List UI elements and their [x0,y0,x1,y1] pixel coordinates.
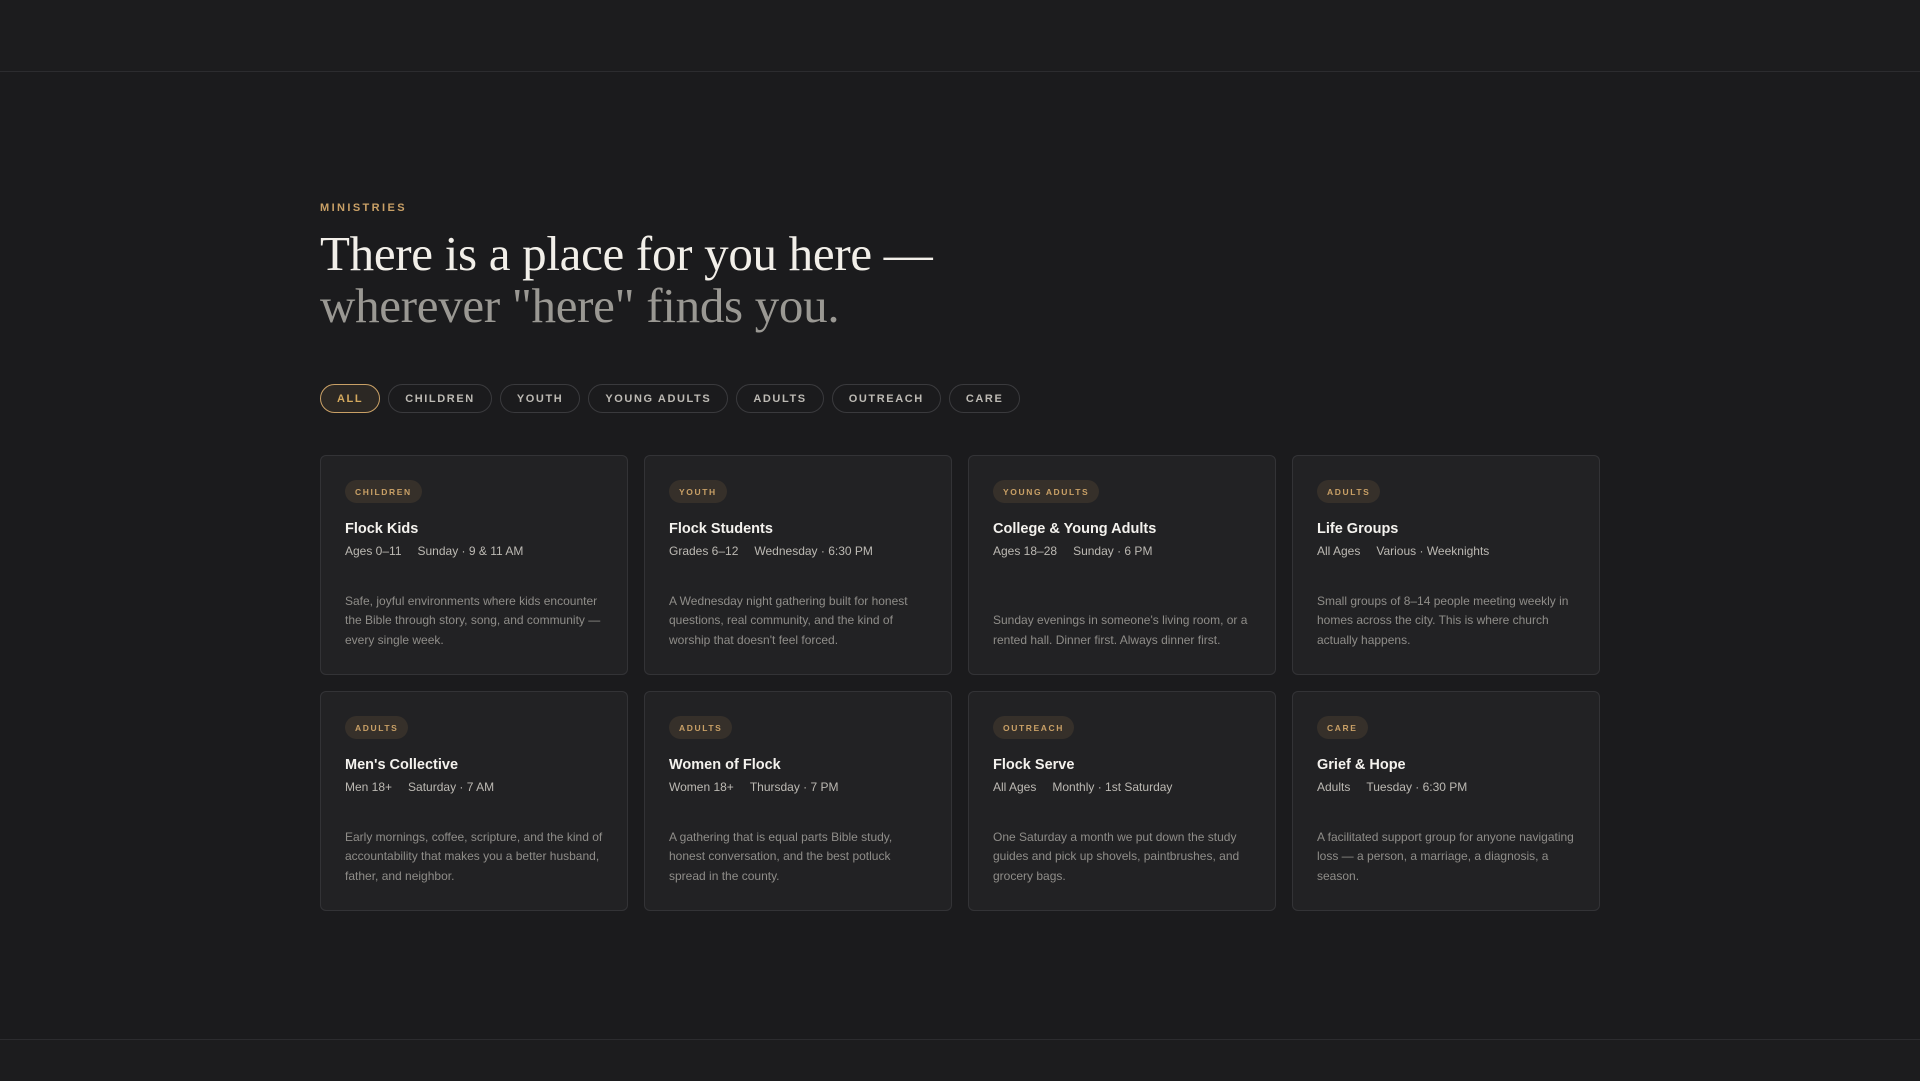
ministry-audience: Ages 0–11 [345,544,402,558]
ministry-title: Women of Flock [669,757,781,773]
ministries-section: MINISTRIES There is a place for you here… [320,200,1600,911]
category-tag: YOUTH [669,480,727,503]
ministry-card-women-of-flock[interactable]: ADULTS Women of Flock Women 18+ Thursday… [644,691,952,911]
ministry-audience: Grades 6–12 [669,544,739,558]
ministry-meta: All Ages Various · Weeknights [1317,544,1575,559]
footer-bar [0,1039,1920,1081]
ministry-card-mens-collective[interactable]: ADULTS Men's Collective Men 18+ Saturday… [320,691,628,911]
ministry-schedule: Sunday · 6 PM [1073,544,1153,558]
filter-children[interactable]: CHILDREN [388,384,492,413]
category-tag: CHILDREN [345,480,422,503]
ministry-meta: Grades 6–12 Wednesday · 6:30 PM [669,544,927,559]
category-tag: ADULTS [345,716,409,739]
ministry-meta: Women 18+ Thursday · 7 PM [669,780,927,795]
ministry-card-flock-students[interactable]: YOUTH Flock Students Grades 6–12 Wednesd… [644,455,952,675]
ministry-schedule: Thursday · 7 PM [749,780,839,794]
ministry-meta: All Ages Monthly · 1st Saturday [993,780,1251,795]
category-tag: ADULTS [1317,480,1381,503]
filter-outreach[interactable]: OUTREACH [831,384,941,413]
ministry-title: Life Groups [1317,521,1399,537]
section-eyebrow: MINISTRIES [320,202,407,214]
ministry-card-flock-serve[interactable]: OUTREACH Flock Serve All Ages Monthly · … [968,691,1276,911]
filter-bar: ALL CHILDREN YOUTH YOUNG ADULTS ADULTS O… [320,384,1021,413]
ministry-schedule: Tuesday · 6:30 PM [1366,780,1468,794]
ministry-audience: Ages 18–28 [993,544,1058,558]
filter-young-adults[interactable]: YOUNG ADULTS [588,384,729,413]
filter-youth[interactable]: YOUTH [499,384,581,413]
section-headline: There is a place for you here — wherever… [320,228,1600,332]
ministry-schedule: Monthly · 1st Saturday [1052,780,1173,794]
ministry-audience: Adults [1317,780,1351,794]
ministry-card-grief-hope[interactable]: CARE Grief & Hope Adults Tuesday · 6:30 … [1292,691,1600,911]
filter-care[interactable]: CARE [948,384,1021,413]
ministry-schedule: Sunday · 9 & 11 AM [417,544,524,558]
ministry-title: College & Young Adults [993,521,1157,537]
ministry-description: One Saturday a month we put down the stu… [993,829,1240,883]
ministry-description: A facilitated support group for anyone n… [1317,829,1574,883]
ministry-title: Flock Serve [993,757,1075,773]
ministry-meta: Ages 18–28 Sunday · 6 PM [993,544,1251,559]
ministry-card-grid: CHILDREN Flock Kids Ages 0–11 Sunday · 9… [320,455,1600,911]
ministry-description: Sunday evenings in someone's living room… [993,613,1248,647]
ministry-description: Early mornings, coffee, scripture, and t… [345,829,603,883]
category-tag: YOUNG ADULTS [993,480,1100,503]
ministry-schedule: Various · Weeknights [1376,544,1490,558]
filter-adults[interactable]: ADULTS [736,384,824,413]
headline-line-1: There is a place for you here — [320,226,933,281]
ministry-audience: Women 18+ [669,780,734,794]
top-navigation-bar [0,0,1920,72]
ministry-audience: All Ages [993,780,1037,794]
ministry-description: A gathering that is equal parts Bible st… [669,829,893,883]
ministry-schedule: Saturday · 7 AM [408,780,495,794]
ministry-title: Flock Kids [345,521,419,537]
ministry-card-life-groups[interactable]: ADULTS Life Groups All Ages Various · We… [1292,455,1600,675]
ministry-schedule: Wednesday · 6:30 PM [754,544,873,558]
category-tag: CARE [1317,716,1368,739]
ministry-title: Flock Students [669,521,773,537]
ministry-description: Small groups of 8–14 people meeting week… [1317,593,1569,647]
ministry-card-flock-kids[interactable]: CHILDREN Flock Kids Ages 0–11 Sunday · 9… [320,455,628,675]
headline-line-2: wherever "here" finds you. [320,278,840,333]
category-tag: OUTREACH [993,716,1074,739]
ministry-meta: Ages 0–11 Sunday · 9 & 11 AM [345,544,603,559]
ministry-title: Grief & Hope [1317,757,1406,773]
ministry-description: Safe, joyful environments where kids enc… [345,593,601,647]
ministry-audience: All Ages [1317,544,1361,558]
filter-all[interactable]: ALL [320,384,381,413]
ministry-meta: Adults Tuesday · 6:30 PM [1317,780,1575,795]
ministry-description: A Wednesday night gathering built for ho… [669,593,908,647]
ministry-card-college-young-adults[interactable]: YOUNG ADULTS College & Young Adults Ages… [968,455,1276,675]
category-tag: ADULTS [669,716,733,739]
ministry-audience: Men 18+ [345,780,393,794]
ministry-meta: Men 18+ Saturday · 7 AM [345,780,603,795]
ministry-title: Men's Collective [345,757,459,773]
